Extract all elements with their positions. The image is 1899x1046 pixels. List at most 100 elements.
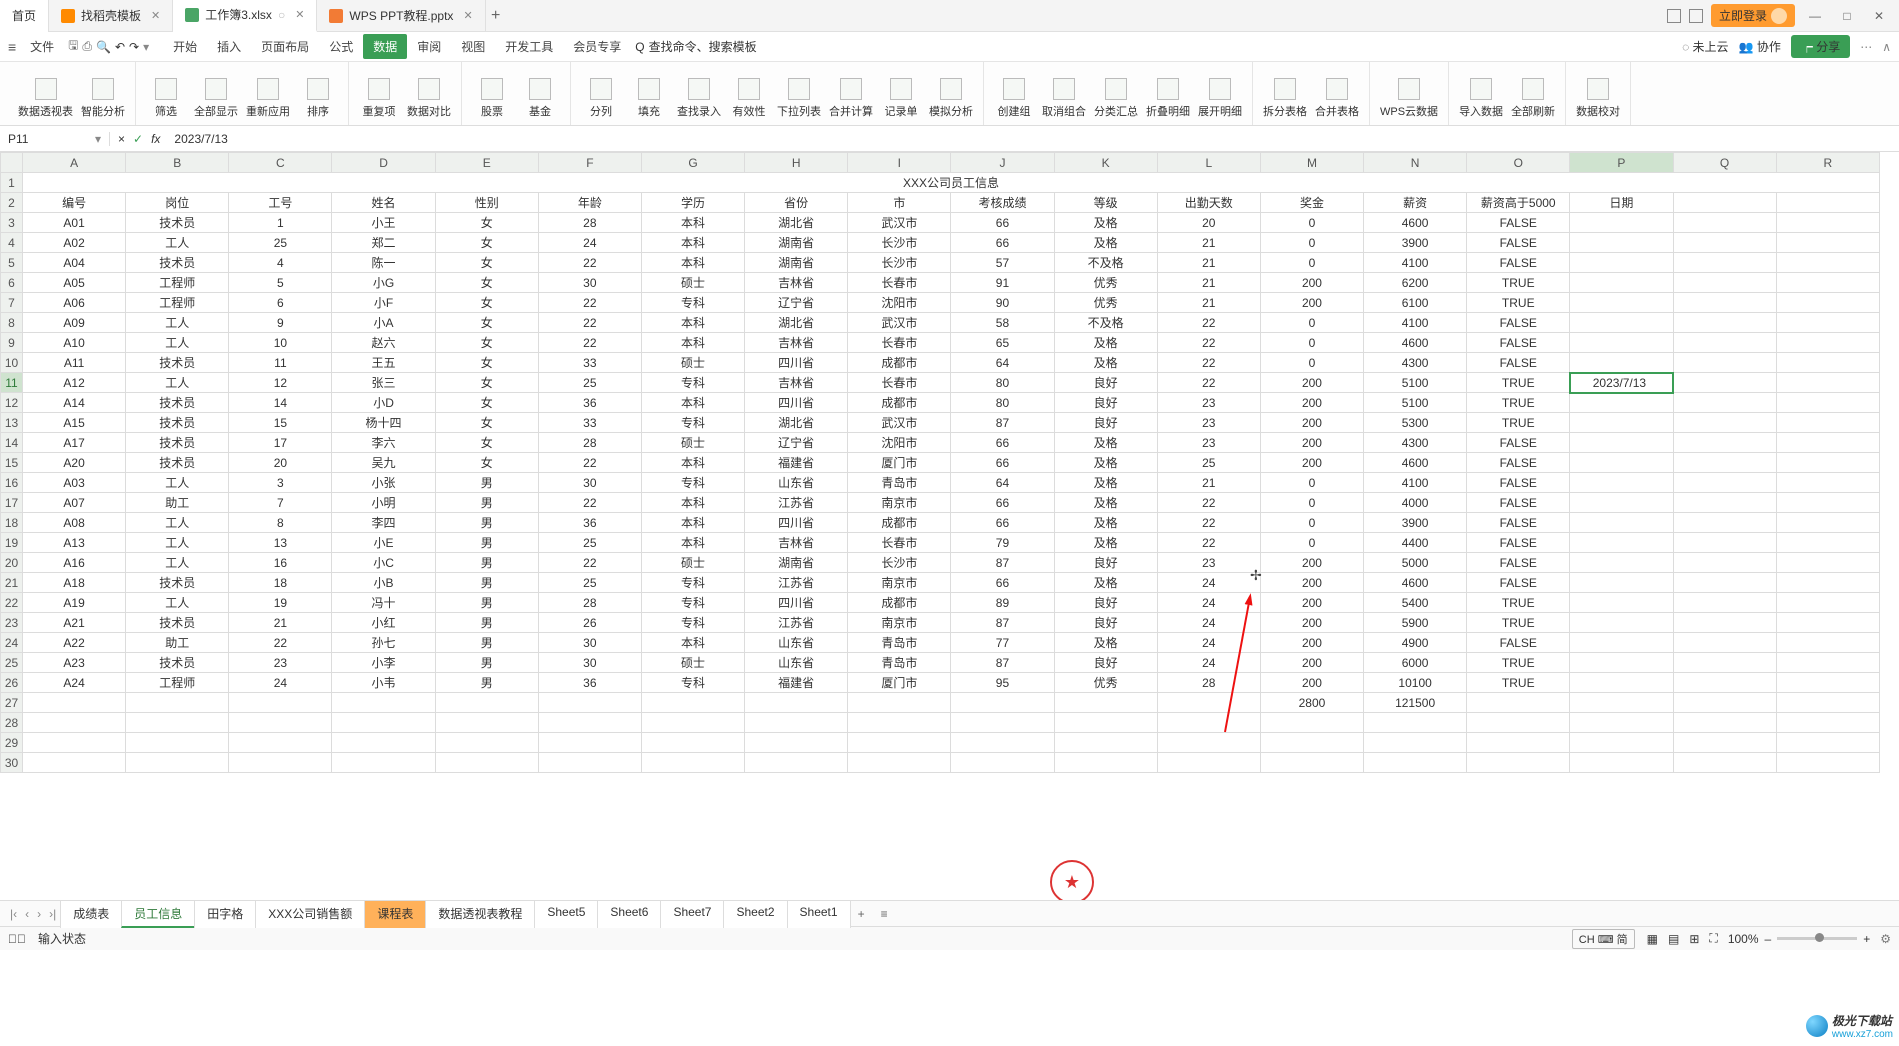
row-header[interactable]: 1: [1, 173, 23, 193]
cell[interactable]: [1570, 593, 1673, 613]
sheet-tab[interactable]: Sheet2: [723, 900, 787, 928]
menu-tab[interactable]: 视图: [451, 34, 495, 59]
cell[interactable]: 22: [538, 493, 641, 513]
cell[interactable]: [332, 733, 435, 753]
cell[interactable]: 硕士: [641, 433, 744, 453]
cell[interactable]: 小D: [332, 393, 435, 413]
cell[interactable]: 助工: [126, 633, 229, 653]
confirm-edit-button[interactable]: ✓: [133, 132, 143, 146]
cell[interactable]: 南京市: [848, 573, 951, 593]
cell[interactable]: [1776, 573, 1879, 593]
cell[interactable]: A09: [23, 313, 126, 333]
column-header[interactable]: I: [848, 153, 951, 173]
name-box[interactable]: P11▾: [0, 132, 110, 146]
cell[interactable]: [126, 693, 229, 713]
cell[interactable]: 工人: [126, 513, 229, 533]
cell[interactable]: 小B: [332, 573, 435, 593]
cell[interactable]: 技术员: [126, 433, 229, 453]
cell[interactable]: 3900: [1364, 233, 1467, 253]
cell[interactable]: 24: [1157, 593, 1260, 613]
cell[interactable]: A12: [23, 373, 126, 393]
row-header[interactable]: 22: [1, 593, 23, 613]
cell[interactable]: [1260, 713, 1363, 733]
view-break-icon[interactable]: ⊞: [1689, 932, 1699, 946]
cell[interactable]: [1570, 573, 1673, 593]
cell[interactable]: [641, 753, 744, 773]
cell[interactable]: FALSE: [1467, 633, 1570, 653]
column-header[interactable]: M: [1260, 153, 1363, 173]
cell[interactable]: 0: [1260, 473, 1363, 493]
cell[interactable]: 64: [951, 353, 1054, 373]
cell[interactable]: 11: [229, 353, 332, 373]
column-header[interactable]: P: [1570, 153, 1673, 173]
cell[interactable]: 技术员: [126, 213, 229, 233]
cell[interactable]: 男: [435, 553, 538, 573]
ribbon-button[interactable]: 数据对比: [407, 78, 451, 125]
cell[interactable]: A13: [23, 533, 126, 553]
cell[interactable]: [1570, 293, 1673, 313]
column-header[interactable]: A: [23, 153, 126, 173]
cell[interactable]: 工人: [126, 593, 229, 613]
menu-tab[interactable]: 会员专享: [563, 34, 631, 59]
row-header[interactable]: 5: [1, 253, 23, 273]
cell[interactable]: [1157, 693, 1260, 713]
cell[interactable]: TRUE: [1467, 653, 1570, 673]
cell[interactable]: 女: [435, 233, 538, 253]
cell[interactable]: [1157, 713, 1260, 733]
ribbon-button[interactable]: 查找录入: [677, 78, 721, 125]
close-tab-icon[interactable]: ✕: [463, 9, 472, 22]
cell[interactable]: 66: [951, 453, 1054, 473]
header-cell[interactable]: 市: [848, 193, 951, 213]
cell[interactable]: [1570, 453, 1673, 473]
appgrid2-icon[interactable]: [1689, 9, 1703, 23]
cell[interactable]: 不及格: [1054, 313, 1157, 333]
cell[interactable]: 16: [229, 553, 332, 573]
cell[interactable]: 13: [229, 533, 332, 553]
cell[interactable]: FALSE: [1467, 353, 1570, 373]
cell[interactable]: 孙七: [332, 633, 435, 653]
cell[interactable]: 良好: [1054, 553, 1157, 573]
cell[interactable]: FALSE: [1467, 433, 1570, 453]
cell[interactable]: 技术员: [126, 253, 229, 273]
cell[interactable]: A20: [23, 453, 126, 473]
cell[interactable]: [1570, 673, 1673, 693]
menu-tab[interactable]: 公式: [319, 34, 363, 59]
cell[interactable]: 男: [435, 673, 538, 693]
ribbon-button[interactable]: 创建组: [994, 78, 1034, 125]
cell[interactable]: 5100: [1364, 393, 1467, 413]
cell[interactable]: 6100: [1364, 293, 1467, 313]
cell[interactable]: 1: [229, 213, 332, 233]
cell[interactable]: A14: [23, 393, 126, 413]
cell[interactable]: 及格: [1054, 333, 1157, 353]
cell[interactable]: 优秀: [1054, 273, 1157, 293]
ribbon-button[interactable]: 分类汇总: [1094, 78, 1138, 125]
cell[interactable]: FALSE: [1467, 233, 1570, 253]
cell[interactable]: [1673, 573, 1776, 593]
cell[interactable]: 长春市: [848, 273, 951, 293]
document-tab[interactable]: 找稻壳模板✕: [49, 0, 173, 32]
close-tab-icon[interactable]: ✕: [151, 9, 160, 22]
cell[interactable]: [1776, 413, 1879, 433]
view-normal-icon[interactable]: ▦: [1647, 932, 1658, 946]
cell[interactable]: 男: [435, 513, 538, 533]
cell[interactable]: 不及格: [1054, 253, 1157, 273]
cell[interactable]: 30: [538, 273, 641, 293]
cell[interactable]: 22: [538, 553, 641, 573]
cell[interactable]: [641, 733, 744, 753]
cell[interactable]: 良好: [1054, 653, 1157, 673]
zoom-control[interactable]: 100%–+: [1728, 932, 1870, 946]
dropdown-icon[interactable]: ▾: [143, 40, 149, 54]
cell[interactable]: 王五: [332, 353, 435, 373]
cell[interactable]: TRUE: [1467, 413, 1570, 433]
chevron-up-icon[interactable]: ∧: [1882, 40, 1891, 54]
cell[interactable]: 技术员: [126, 453, 229, 473]
cell[interactable]: TRUE: [1467, 673, 1570, 693]
cell[interactable]: [745, 733, 848, 753]
cell[interactable]: 3: [229, 473, 332, 493]
cell[interactable]: 23: [1157, 433, 1260, 453]
column-header[interactable]: C: [229, 153, 332, 173]
cell[interactable]: 2023/7/13: [1570, 373, 1673, 393]
cell[interactable]: [1776, 673, 1879, 693]
menu-tab[interactable]: 开发工具: [495, 34, 563, 59]
cell[interactable]: [1570, 553, 1673, 573]
